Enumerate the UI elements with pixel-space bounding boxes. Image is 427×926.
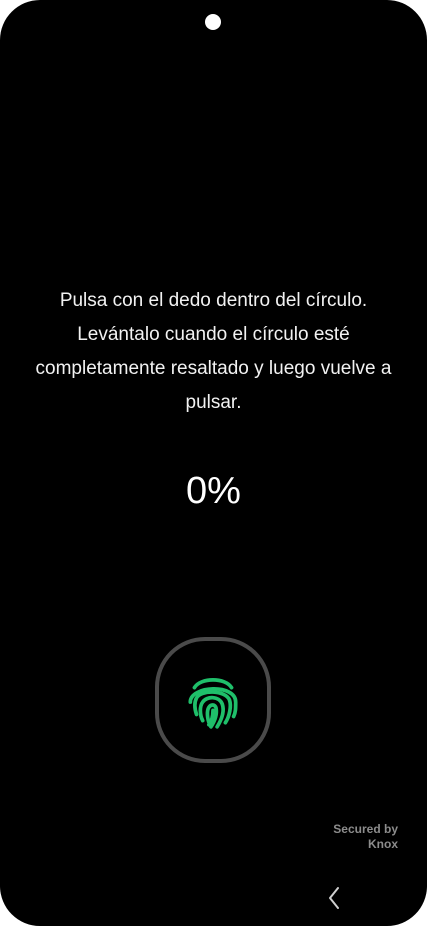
front-camera	[205, 14, 221, 30]
instruction-text: Pulsa con el dedo dentro del círculo. Le…	[35, 290, 392, 413]
phone-screen: Pulsa con el dedo dentro del círculo. Le…	[0, 0, 427, 926]
knox-line-1: Secured by	[333, 822, 398, 836]
secured-by-knox-label: Secured by Knox	[333, 822, 398, 852]
progress-percent: 0%	[186, 470, 241, 512]
knox-line-2: Knox	[368, 837, 398, 851]
fingerprint-icon	[188, 678, 238, 729]
back-button[interactable]	[322, 884, 346, 912]
chevron-left-icon	[329, 887, 339, 909]
fingerprint-sensor-area[interactable]	[155, 637, 271, 763]
